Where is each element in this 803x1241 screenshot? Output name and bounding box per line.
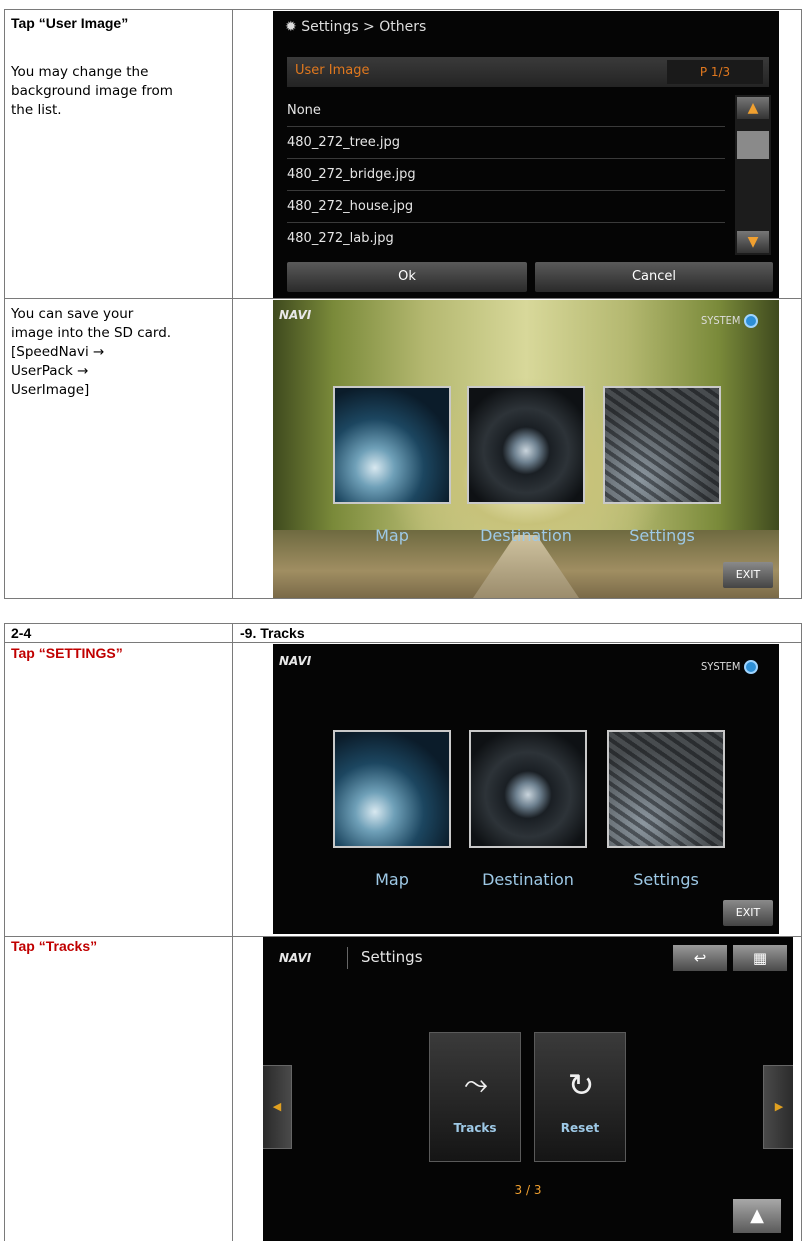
breadcrumb: ✹ Settings > Others xyxy=(285,19,427,35)
system-icon xyxy=(744,660,759,674)
list-item[interactable]: 480_272_lab.jpg xyxy=(287,223,725,254)
home-screen: NAVI SYSTEM Map Destination Settings EXI… xyxy=(273,644,779,934)
system-icon xyxy=(744,314,759,328)
destination-label[interactable]: Destination xyxy=(456,526,596,545)
settings-label[interactable]: Settings xyxy=(592,526,732,545)
page-indicator: P 1/3 xyxy=(667,60,763,84)
back-icon[interactable]: ↩ xyxy=(673,945,727,971)
step-heading: Tap “User Image” xyxy=(11,15,129,31)
step-note: You may change the background image from… xyxy=(11,64,173,118)
speednavi-logo: NAVI xyxy=(279,951,312,965)
scroll-up-arrow-icon[interactable]: ▲ xyxy=(733,1199,781,1233)
previous-page-arrow-icon[interactable]: ◀ xyxy=(263,1065,292,1149)
scroll-thumb[interactable] xyxy=(737,131,769,159)
ok-button[interactable]: Ok xyxy=(287,262,527,292)
settings-screen: NAVI Settings ↩ ▦ ◀ ▶ ⤳ Tracks ↻ Reset 3… xyxy=(263,937,793,1241)
speednavi-logo: NAVI xyxy=(279,308,312,322)
scroll-down-icon[interactable]: ▼ xyxy=(737,231,769,253)
page-indicator: 3 / 3 xyxy=(514,1183,542,1197)
settings-label[interactable]: Settings xyxy=(596,870,736,889)
destination-tile[interactable] xyxy=(469,730,587,848)
reset-refresh-icon: ↻ xyxy=(567,1066,595,1104)
list-item[interactable]: 480_272_tree.jpg xyxy=(287,127,725,159)
step-note: You can save your image into the SD card… xyxy=(11,306,172,398)
user-image-screen: ✹ Settings > Others User Image P 1/3 Non… xyxy=(273,11,779,298)
reset-label: Reset xyxy=(560,1121,600,1135)
grid-menu-icon[interactable]: ▦ xyxy=(733,945,787,971)
section-number: 2-4 xyxy=(11,625,32,641)
system-button[interactable]: SYSTEM xyxy=(701,314,759,328)
step-heading: Tap “Tracks” xyxy=(11,938,98,954)
home-screen-tree-background: NAVI SYSTEM Map Destination Settings EXI… xyxy=(273,300,779,598)
map-label[interactable]: Map xyxy=(322,526,462,545)
map-tile[interactable] xyxy=(333,730,451,848)
settings-tile[interactable] xyxy=(603,386,721,504)
cancel-button[interactable]: Cancel xyxy=(535,262,773,292)
system-button[interactable]: SYSTEM xyxy=(701,660,759,674)
exit-button[interactable]: EXIT xyxy=(723,900,773,926)
destination-label[interactable]: Destination xyxy=(458,870,598,889)
tracks-route-icon: ⤳ xyxy=(464,1067,488,1102)
screen-title: Settings xyxy=(361,948,423,966)
dialog-header: User Image P 1/3 xyxy=(287,57,769,87)
map-tile[interactable] xyxy=(333,386,451,504)
scrollbar[interactable]: ▲ ▼ xyxy=(735,95,771,255)
map-label[interactable]: Map xyxy=(322,870,462,889)
reset-button[interactable]: ↻ Reset xyxy=(534,1032,626,1162)
settings-tile[interactable] xyxy=(607,730,725,848)
scroll-up-icon[interactable]: ▲ xyxy=(737,97,769,119)
speednavi-logo: NAVI xyxy=(279,654,312,668)
tracks-button[interactable]: ⤳ Tracks xyxy=(429,1032,521,1162)
gear-icon: ✹ xyxy=(285,19,297,35)
next-page-arrow-icon[interactable]: ▶ xyxy=(763,1065,793,1149)
list-item[interactable]: 480_272_bridge.jpg xyxy=(287,159,725,191)
list-item[interactable]: 480_272_house.jpg xyxy=(287,191,725,223)
destination-tile[interactable] xyxy=(467,386,585,504)
exit-button[interactable]: EXIT xyxy=(723,562,773,588)
step-heading: Tap “SETTINGS” xyxy=(11,645,123,661)
section-title: -9. Tracks xyxy=(240,625,305,641)
tracks-label: Tracks xyxy=(453,1121,497,1135)
list-item[interactable]: None xyxy=(287,95,725,127)
